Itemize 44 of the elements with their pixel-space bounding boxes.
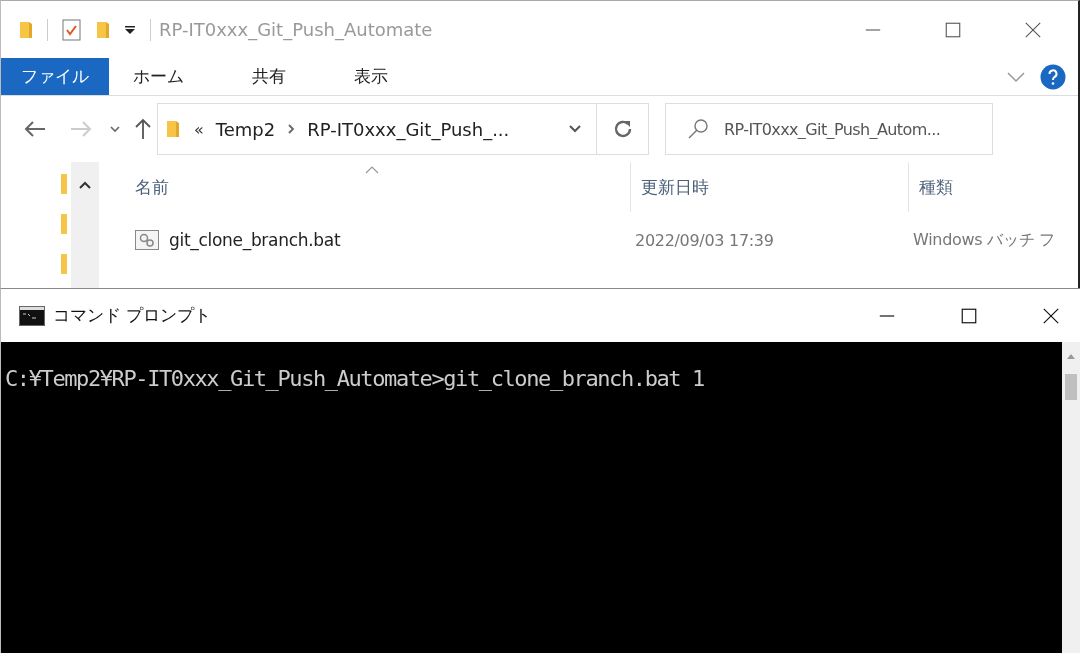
folder-icon [61, 172, 67, 196]
console-line: C:¥Temp2¥RP-IT0xxx_Git_Push_Automate>git_clone_branch.bat 1 [5, 366, 705, 391]
file-type: Windows バッチ フ [913, 229, 1055, 251]
column-header[interactable]: 名前 [135, 175, 169, 199]
overflow-chevron[interactable]: « [194, 119, 204, 139]
back-arrow-icon[interactable] [23, 119, 47, 139]
close-icon[interactable] [1042, 306, 1060, 325]
close-icon[interactable] [1024, 20, 1042, 39]
scrollbar[interactable] [1062, 342, 1080, 653]
search-field[interactable]: RP-IT0xxx_Git_Push_Autom... [665, 103, 993, 155]
recent-dropdown-icon[interactable] [109, 125, 121, 133]
search-icon [687, 118, 709, 140]
refresh-icon [612, 119, 633, 139]
properties-icon[interactable] [62, 18, 82, 41]
ribbon-tab[interactable]: 共有 [228, 58, 310, 95]
breadcrumb[interactable]: RP-IT0xxx_Git_Push_... [307, 118, 510, 140]
folder-icon [61, 252, 67, 276]
ribbon-tab[interactable]: ファイル [1, 58, 109, 95]
window-title: コマンド プロンプト [53, 304, 212, 327]
ribbon-tab[interactable]: ホーム [109, 58, 208, 95]
column-header[interactable]: 種類 [919, 175, 953, 199]
address-dropdown-icon[interactable] [568, 124, 582, 134]
file-name[interactable]: git_clone_branch.bat [169, 230, 341, 250]
folder-icon [61, 212, 67, 236]
chevron-right-icon [287, 123, 296, 135]
window-title: RP-IT0xxx_Git_Push_Automate [159, 19, 433, 40]
scrollbar[interactable] [71, 162, 99, 288]
expand-ribbon-icon[interactable] [1006, 70, 1026, 83]
sort-ascending-icon [365, 166, 379, 174]
up-arrow-icon[interactable] [133, 117, 153, 141]
folder-icon [166, 118, 180, 140]
address-bar[interactable]: « Temp2 RP-IT0xxx_Git_Push_... [157, 103, 597, 155]
maximize-icon[interactable] [960, 306, 978, 325]
batch-file-icon [135, 230, 159, 250]
scroll-thumb[interactable] [1065, 374, 1077, 400]
breadcrumb[interactable]: Temp2 [215, 118, 276, 140]
customize-dropdown-icon[interactable] [124, 23, 136, 36]
console-icon [19, 305, 45, 326]
ribbon-tab[interactable]: 表示 [330, 58, 412, 95]
help-icon[interactable] [1040, 63, 1066, 90]
refresh-button[interactable] [597, 103, 649, 155]
column-header[interactable]: 更新日時 [641, 175, 709, 199]
scroll-up-icon[interactable] [78, 180, 92, 190]
modified-date: 2022/09/03 17:39 [635, 230, 774, 250]
